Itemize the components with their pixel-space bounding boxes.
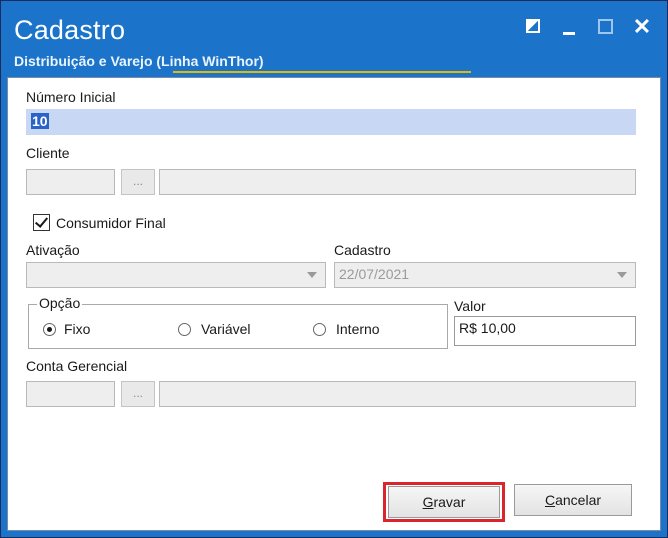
radio-fixo-label: Fixo	[64, 321, 91, 337]
subtitle-underline	[173, 71, 471, 73]
cadastro-date-select[interactable]: 22/07/2021	[334, 262, 636, 288]
conta-gerencial-browse-button[interactable]: ...	[121, 381, 155, 407]
window-subtitle: Distribuição e Varejo (Linha WinThor)	[14, 53, 264, 69]
form-body: Número Inicial 10 Cliente ... Consumidor…	[7, 77, 661, 531]
chevron-down-icon	[617, 272, 627, 278]
numero-inicial-input[interactable]: 10	[26, 109, 636, 135]
window-title: Cadastro	[14, 15, 126, 45]
gravar-label-rest: ravar	[433, 494, 466, 510]
ativacao-label: Ativação	[26, 242, 80, 258]
cancelar-button[interactable]: Cancelar	[514, 484, 632, 516]
chevron-down-icon	[307, 272, 317, 278]
cliente-name-input[interactable]	[159, 169, 636, 195]
window-controls: ✕	[523, 15, 653, 39]
close-icon[interactable]: ✕	[631, 16, 653, 38]
radio-variavel-label: Variável	[201, 321, 251, 337]
opcao-group-label: Opção	[37, 295, 83, 311]
valor-label: Valor	[454, 298, 486, 314]
minimize-icon[interactable]	[559, 16, 581, 38]
cliente-label: Cliente	[26, 145, 70, 161]
valor-input[interactable]: R$ 10,00	[454, 316, 636, 346]
radio-fixo[interactable]	[43, 323, 56, 336]
gravar-button[interactable]: Gravar	[388, 486, 500, 518]
conta-gerencial-name-input[interactable]	[159, 381, 636, 407]
radio-interno[interactable]	[313, 323, 326, 336]
theme-toggle-icon[interactable]	[523, 16, 545, 38]
cliente-browse-button[interactable]: ...	[121, 169, 155, 195]
cliente-code-input[interactable]	[26, 169, 115, 195]
cadastro-window: Cadastro Distribuição e Varejo (Linha Wi…	[0, 0, 668, 538]
cancelar-accel-key: C	[544, 492, 556, 508]
conta-gerencial-code-input[interactable]	[26, 381, 115, 407]
ativacao-select[interactable]	[26, 262, 326, 288]
opcao-group: Opção Fixo Variável Interno	[28, 295, 448, 349]
title-bar[interactable]: Cadastro Distribuição e Varejo (Linha Wi…	[1, 1, 667, 74]
radio-variavel[interactable]	[178, 323, 191, 336]
cancelar-label-rest: ancelar	[555, 492, 602, 508]
cadastro-label: Cadastro	[334, 242, 391, 258]
numero-inicial-label: Número Inicial	[26, 89, 116, 105]
cadastro-value: 22/07/2021	[339, 266, 410, 282]
maximize-icon[interactable]	[595, 16, 617, 38]
numero-inicial-value: 10	[31, 113, 49, 129]
gravar-accel-key: G	[422, 494, 434, 510]
conta-gerencial-label: Conta Gerencial	[26, 358, 128, 374]
radio-interno-label: Interno	[336, 321, 380, 337]
consumidor-final-checkbox[interactable]	[33, 214, 50, 231]
consumidor-final-label: Consumidor Final	[56, 215, 166, 231]
